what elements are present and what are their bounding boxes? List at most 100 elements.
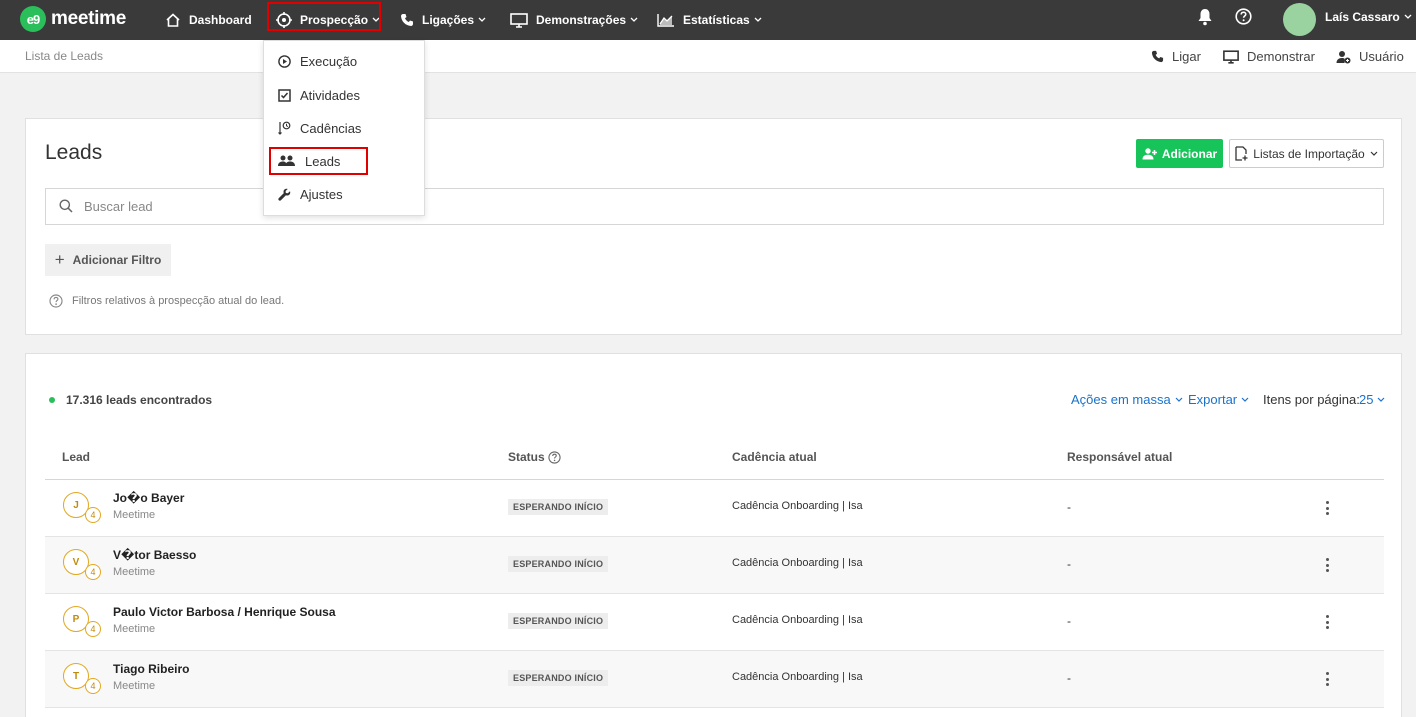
lead-avatar-badge: 4 xyxy=(85,621,101,637)
results-card: 17.316 leads encontrados Ações em massa … xyxy=(25,353,1402,717)
plus-icon: + xyxy=(54,250,65,269)
per-page-select[interactable]: 25 xyxy=(1359,392,1385,407)
help-icon[interactable] xyxy=(1235,8,1252,25)
user-name: Laís Cassaro xyxy=(1325,10,1400,24)
column-status[interactable]: Status xyxy=(508,450,561,464)
lead-company: Meetime xyxy=(113,509,156,521)
lead-owner: - xyxy=(1067,500,1071,514)
results-count: 17.316 leads encontrados xyxy=(49,393,212,407)
export-dropdown[interactable]: Exportar xyxy=(1188,392,1249,407)
chart-icon xyxy=(657,14,674,27)
bell-icon[interactable] xyxy=(1197,8,1213,26)
column-lead[interactable]: Lead xyxy=(62,450,90,464)
chevron-down-icon xyxy=(754,17,762,22)
search-icon xyxy=(59,199,73,213)
search-box xyxy=(45,188,1384,225)
add-filter-button[interactable]: + Adicionar Filtro xyxy=(45,244,171,276)
chevron-down-icon xyxy=(1175,397,1183,402)
add-filter-label: Adicionar Filtro xyxy=(72,253,162,267)
nav-demonstracoes[interactable]: Demonstrações xyxy=(510,0,638,40)
table-header: Lead Status Cadência atual Responsável a… xyxy=(45,442,1384,480)
column-status-label: Status xyxy=(508,450,545,464)
help-circle-icon[interactable] xyxy=(548,450,561,464)
ligar-label: Ligar xyxy=(1172,49,1201,64)
nav-estatisticas[interactable]: Estatísticas xyxy=(657,0,762,40)
table-row[interactable]: T 4 Tiago Ribeiro Meetime ESPERANDO INÍC… xyxy=(45,651,1384,708)
status-badge: ESPERANDO INÍCIO xyxy=(508,670,609,686)
lead-name[interactable]: Tiago Ribeiro xyxy=(113,662,189,676)
import-lists-button[interactable]: Listas de Importação xyxy=(1229,139,1384,168)
lead-owner: - xyxy=(1067,614,1071,628)
lead-company: Meetime xyxy=(113,680,156,692)
table-row[interactable]: V 4 V�tor Baesso Meetime ESPERANDO INÍCI… xyxy=(45,537,1384,594)
add-lead-button[interactable]: Adicionar xyxy=(1136,139,1223,168)
more-options-icon[interactable] xyxy=(1325,672,1329,686)
add-user-icon xyxy=(1142,147,1157,159)
nav-demonstracoes-label: Demonstrações xyxy=(536,13,627,27)
chevron-down-icon xyxy=(1404,14,1412,19)
ligar-button[interactable]: Ligar xyxy=(1151,40,1201,73)
per-page-label: Itens por página: xyxy=(1263,392,1360,407)
table-row[interactable]: J 4 Jo�o Bayer Meetime ESPERANDO INÍCIO … xyxy=(45,480,1384,537)
prospeccao-dropdown: Execução Atividades Cadências Leads Ajus… xyxy=(263,40,425,216)
bulk-actions-label: Ações em massa xyxy=(1071,392,1171,407)
usuario-button[interactable]: Usuário xyxy=(1336,40,1404,73)
menu-item-label: Execução xyxy=(300,53,358,69)
more-options-icon[interactable] xyxy=(1325,501,1329,515)
column-cadence[interactable]: Cadência atual xyxy=(732,450,817,464)
nav-estatisticas-label: Estatísticas xyxy=(683,13,750,27)
add-lead-label: Adicionar xyxy=(1161,146,1218,161)
home-icon xyxy=(166,13,180,27)
lead-name[interactable]: V�tor Baesso xyxy=(113,548,196,562)
bulk-actions-dropdown[interactable]: Ações em massa xyxy=(1071,392,1183,407)
lead-avatar-badge: 4 xyxy=(85,564,101,580)
nav-ligacoes[interactable]: Ligações xyxy=(400,0,486,40)
lead-name[interactable]: Jo�o Bayer xyxy=(113,491,184,505)
logo[interactable]: e9 meetime xyxy=(20,6,126,32)
wrench-icon xyxy=(278,188,291,201)
chevron-down-icon xyxy=(1378,397,1385,402)
lead-cadence: Cadência Onboarding | Isa xyxy=(732,500,863,512)
menu-item-execucao[interactable]: Execução xyxy=(264,49,426,73)
nav-dashboard[interactable]: Dashboard xyxy=(165,0,252,40)
table-row[interactable]: P 4 Paulo Victor Barbosa / Henrique Sous… xyxy=(45,594,1384,651)
more-options-icon[interactable] xyxy=(1325,558,1329,572)
phone-icon xyxy=(1151,50,1164,63)
breadcrumb: Lista de Leads xyxy=(25,49,104,63)
more-options-icon[interactable] xyxy=(1325,615,1329,629)
chevron-down-icon xyxy=(630,17,638,22)
lead-company: Meetime xyxy=(113,566,156,578)
filters-card: Leads Adicionar Listas de Importação + A… xyxy=(25,118,1402,335)
lead-name[interactable]: Paulo Victor Barbosa / Henrique Sousa xyxy=(113,605,336,619)
menu-item-ajustes[interactable]: Ajustes xyxy=(264,182,426,206)
menu-item-label: Cadências xyxy=(300,120,362,136)
play-icon xyxy=(278,54,291,68)
menu-item-leads-highlight xyxy=(269,147,368,175)
demonstrar-button[interactable]: Demonstrar xyxy=(1223,40,1315,73)
status-badge: ESPERANDO INÍCIO xyxy=(508,499,609,515)
lead-cadence: Cadência Onboarding | Isa xyxy=(732,671,863,683)
user-avatar[interactable] xyxy=(1283,3,1316,36)
monitor-icon xyxy=(510,12,528,28)
phone-icon xyxy=(401,14,413,26)
filter-hint: Filtros relativos à prospecção atual do … xyxy=(49,294,284,308)
lead-avatar-badge: 4 xyxy=(85,678,101,694)
column-owner[interactable]: Responsável atual xyxy=(1067,450,1172,464)
status-badge: ESPERANDO INÍCIO xyxy=(508,556,609,572)
per-page-value: 25 xyxy=(1359,392,1374,407)
status-dot xyxy=(49,397,55,403)
menu-item-cadencias[interactable]: Cadências xyxy=(264,116,426,140)
chevron-down-icon xyxy=(1370,151,1378,156)
lead-avatar-badge: 4 xyxy=(85,507,101,523)
usuario-label: Usuário xyxy=(1359,49,1404,64)
chevron-down-icon xyxy=(1241,397,1249,402)
user-menu[interactable]: Laís Cassaro xyxy=(1325,0,1412,34)
import-lists-label: Listas de Importação xyxy=(1253,146,1365,161)
export-label: Exportar xyxy=(1188,392,1238,407)
results-count-text: 17.316 leads encontrados xyxy=(66,393,213,407)
demonstrar-label: Demonstrar xyxy=(1247,49,1315,64)
top-navbar: e9 meetime Dashboard Prospecção Ligações… xyxy=(0,0,1416,40)
menu-item-atividades[interactable]: Atividades xyxy=(264,83,426,107)
lead-owner: - xyxy=(1067,557,1071,571)
sub-header: Lista de Leads Ligar Demonstrar Usuário xyxy=(0,40,1416,73)
